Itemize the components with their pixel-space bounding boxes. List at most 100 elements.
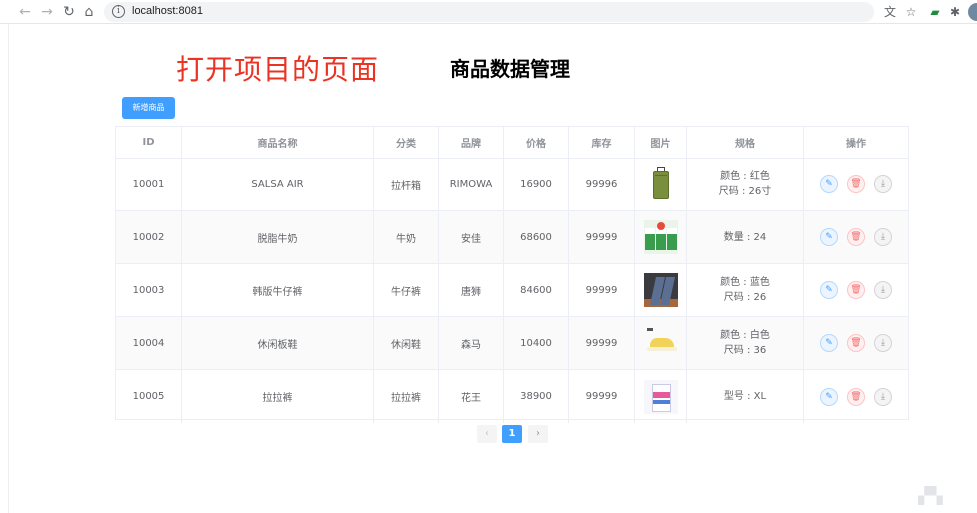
- bookmark-star-icon[interactable]: ☆: [903, 4, 919, 20]
- pagination-next-button[interactable]: ›: [528, 425, 548, 443]
- header-brand: 品牌: [439, 127, 504, 158]
- header-spec: 规格: [687, 127, 804, 158]
- pagination-prev-button[interactable]: ‹: [477, 425, 497, 443]
- extensions-puzzle-icon[interactable]: ✱: [947, 4, 963, 20]
- table-row: 10004 休闲板鞋 休闲鞋 森马 10400 99999 颜色 : 白色 尺码…: [116, 317, 908, 370]
- translate-icon[interactable]: 文: [882, 4, 898, 20]
- cell-spec: 颜色 : 白色 尺码 : 36: [687, 317, 804, 369]
- cell-id: 10004: [116, 317, 182, 369]
- product-image-shoe: [644, 326, 678, 360]
- address-bar[interactable]: i localhost:8081: [104, 2, 874, 22]
- add-product-button[interactable]: 新增商品: [122, 97, 175, 119]
- cell-stock: 99999: [569, 264, 635, 316]
- cell-stock: 99996: [569, 158, 635, 210]
- cell-image: [635, 211, 687, 263]
- header-price: 价格: [504, 127, 569, 158]
- table-row: 10001 SALSA AIR 拉杆箱 RIMOWA 16900 99996 颜…: [116, 158, 908, 211]
- table-row: 10003 韩版牛仔裤 牛仔裤 唐狮 84600 99999 颜色 : 蓝色 尺…: [116, 264, 908, 317]
- cell-actions: ✎ 🗑 ⤓: [804, 370, 908, 423]
- reload-icon[interactable]: ↻: [60, 3, 78, 21]
- edit-icon[interactable]: ✎: [820, 387, 838, 406]
- home-icon[interactable]: ⌂: [80, 3, 98, 21]
- spec-line: 数量 : 24: [723, 231, 767, 243]
- url-text: localhost:8081: [132, 5, 203, 17]
- cell-brand: RIMOWA: [439, 158, 504, 210]
- cell-name: 拉拉裤: [182, 370, 374, 423]
- cell-actions: ✎ 🗑 ⤓: [804, 264, 908, 316]
- header-image: 图片: [635, 127, 687, 158]
- cell-price: 10400: [504, 317, 569, 369]
- cell-id: 10003: [116, 264, 182, 316]
- product-image-suitcase: [644, 167, 678, 201]
- forward-arrow-icon[interactable]: →: [38, 3, 56, 21]
- delete-icon[interactable]: 🗑: [847, 281, 865, 299]
- cell-price: 84600: [504, 264, 569, 316]
- delete-icon[interactable]: 🗑: [847, 228, 865, 246]
- cell-actions: ✎ 🗑 ⤓: [804, 317, 908, 369]
- cell-price: 16900: [504, 158, 569, 210]
- page-left-border: [8, 24, 9, 513]
- cell-category: 拉拉裤: [374, 370, 439, 423]
- download-icon[interactable]: ⤓: [874, 175, 892, 193]
- cell-name: 脱脂牛奶: [182, 211, 374, 263]
- cell-id: 10001: [116, 158, 182, 210]
- cell-price: 38900: [504, 370, 569, 423]
- header-stock: 库存: [569, 127, 635, 158]
- cell-image: [635, 370, 687, 423]
- header-id: ID: [116, 127, 182, 158]
- cell-stock: 99999: [569, 370, 635, 423]
- edit-icon[interactable]: ✎: [820, 228, 838, 246]
- cell-name: 韩版牛仔裤: [182, 264, 374, 316]
- table-row: 10002 脱脂牛奶 牛奶 安佳 68600 99999 数量 : 24 ✎ 🗑…: [116, 211, 908, 264]
- cell-brand: 花王: [439, 370, 504, 423]
- download-icon[interactable]: ⤓: [874, 228, 892, 246]
- cell-brand: 安佳: [439, 211, 504, 263]
- header-category: 分类: [374, 127, 439, 158]
- cell-image: [635, 317, 687, 369]
- table-header: ID 商品名称 分类 品牌 价格 库存 图片 规格 操作: [116, 127, 908, 159]
- cell-spec: 型号 : XL: [687, 370, 804, 423]
- delete-icon[interactable]: 🗑: [847, 334, 865, 352]
- corner-watermark-icon: ▞▚: [918, 486, 943, 505]
- edit-icon[interactable]: ✎: [820, 281, 838, 299]
- back-arrow-icon[interactable]: ←: [16, 3, 34, 21]
- cell-category: 牛仔裤: [374, 264, 439, 316]
- cell-name: 休闲板鞋: [182, 317, 374, 369]
- product-image-jeans: [643, 273, 678, 307]
- product-image-milk: [643, 220, 678, 254]
- cell-spec: 颜色 : 蓝色 尺码 : 26: [687, 264, 804, 316]
- spec-line: 型号 : XL: [723, 391, 767, 402]
- cell-image: [635, 264, 687, 316]
- cell-category: 休闲鞋: [374, 317, 439, 369]
- product-table: ID 商品名称 分类 品牌 价格 库存 图片 规格 操作 10001 SALSA…: [115, 126, 909, 423]
- site-info-icon[interactable]: i: [112, 5, 125, 18]
- spec-line: 尺码 : 26寸: [718, 186, 772, 197]
- cell-stock: 99999: [569, 317, 635, 369]
- cell-category: 牛奶: [374, 211, 439, 263]
- delete-icon[interactable]: 🗑: [847, 387, 865, 406]
- edit-icon[interactable]: ✎: [820, 334, 838, 352]
- cell-brand: 唐狮: [439, 264, 504, 316]
- spec-line: 颜色 : 蓝色: [720, 277, 770, 288]
- spec-line: 尺码 : 36: [723, 345, 767, 356]
- extension-flag-icon[interactable]: ▰: [927, 4, 943, 20]
- edit-icon[interactable]: ✎: [820, 175, 838, 193]
- cell-price: 68600: [504, 211, 569, 263]
- table-row: 10005 拉拉裤 拉拉裤 花王 38900 99999 型号 : XL ✎ 🗑…: [116, 370, 908, 423]
- spec-line: 颜色 : 白色: [720, 330, 770, 341]
- page-title: 商品数据管理: [450, 57, 570, 81]
- cell-category: 拉杆箱: [374, 158, 439, 210]
- profile-avatar[interactable]: [968, 3, 977, 21]
- product-image-diaper: [643, 379, 678, 414]
- download-icon[interactable]: ⤓: [874, 334, 892, 352]
- cell-spec: 颜色 : 红色 尺码 : 26寸: [687, 158, 804, 210]
- spec-line: 尺码 : 26: [723, 292, 767, 303]
- download-icon[interactable]: ⤓: [874, 281, 892, 299]
- download-icon[interactable]: ⤓: [874, 387, 892, 406]
- cell-stock: 99999: [569, 211, 635, 263]
- header-name: 商品名称: [182, 127, 374, 158]
- pagination-page-1[interactable]: 1: [502, 425, 522, 443]
- browser-toolbar: ← → ↻ ⌂ i localhost:8081 文 ☆ ▰ ✱: [0, 0, 977, 24]
- cell-name: SALSA AIR: [182, 158, 374, 210]
- delete-icon[interactable]: 🗑: [847, 175, 865, 193]
